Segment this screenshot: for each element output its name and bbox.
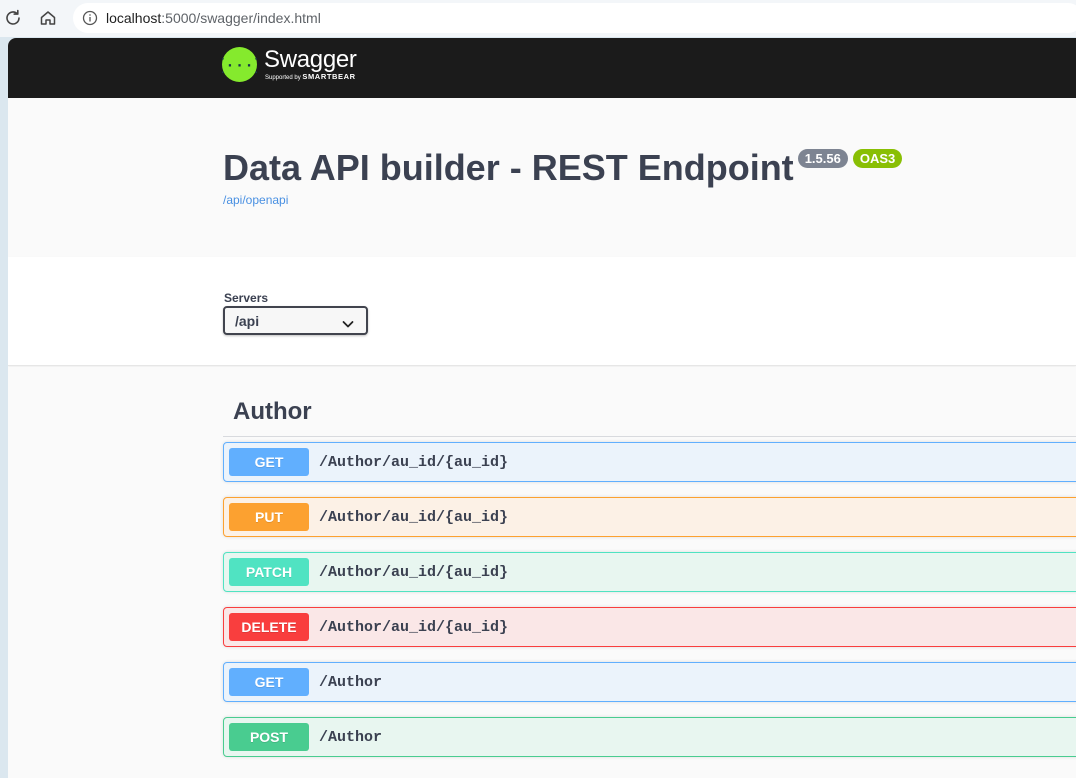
page-viewport: {···} Swagger Supported by SMARTBEAR Dat… — [8, 38, 1076, 778]
version-badge: 1.5.56 — [797, 149, 848, 168]
opblock-post-author[interactable]: POST /Author — [223, 717, 1076, 757]
endpoint-path: /Author — [319, 728, 383, 746]
url-path: :5000/swagger/index.html — [161, 10, 321, 26]
method-badge: DELETE — [229, 613, 309, 641]
opblock-get-author[interactable]: GET /Author — [223, 662, 1076, 702]
opblock-get-author-by-id[interactable]: GET /Author/au_id/{au_id} — [223, 442, 1076, 482]
address-bar[interactable]: localhost:5000/swagger/index.html — [73, 3, 1076, 33]
endpoint-path: /Author/au_id/{au_id} — [319, 453, 509, 471]
swagger-logo[interactable]: {···} Swagger Supported by SMARTBEAR — [222, 47, 357, 82]
url-host: localhost — [106, 10, 162, 26]
servers-section: Servers /api — [8, 257, 1076, 366]
site-info-icon[interactable] — [81, 9, 99, 27]
servers-select[interactable]: /api — [223, 306, 368, 335]
logo-sub-brand: SMARTBEAR — [302, 72, 356, 81]
reload-icon[interactable] — [1, 6, 25, 30]
logo-tagline: Supported by SMARTBEAR — [265, 73, 357, 82]
svg-text:{···}: {···} — [222, 57, 257, 75]
openapi-spec-link[interactable]: /api/openapi — [223, 193, 288, 207]
endpoint-path: /Author/au_id/{au_id} — [319, 618, 509, 636]
tag-name: Author — [233, 398, 312, 425]
method-badge: PATCH — [229, 558, 309, 586]
chevron-down-icon — [342, 316, 354, 334]
api-info: Data API builder - REST Endpoint 1.5.56 … — [8, 98, 1076, 257]
selected-server: /api — [235, 312, 260, 329]
oas-badge: OAS3 — [852, 149, 903, 168]
logo-sub-prefix: Supported by — [265, 75, 303, 81]
browser-toolbar: localhost:5000/swagger/index.html — [0, 0, 1076, 37]
swagger-topbar: {···} Swagger Supported by SMARTBEAR — [8, 38, 1076, 98]
method-badge: GET — [229, 668, 309, 696]
method-badge: PUT — [229, 503, 309, 531]
swagger-logo-icon: {···} — [222, 47, 257, 82]
logo-name: Swagger — [264, 46, 357, 73]
logo-text: Swagger Supported by SMARTBEAR — [264, 47, 357, 82]
endpoint-path: /Author — [319, 673, 383, 691]
title-row: Data API builder - REST Endpoint 1.5.56 … — [223, 146, 903, 190]
page-title: Data API builder - REST Endpoint — [223, 147, 794, 188]
servers-label: Servers — [224, 291, 269, 305]
operations-section: Author GET /Author/au_id/{au_id} PUT /Au… — [8, 367, 1076, 778]
url-text: localhost:5000/swagger/index.html — [106, 10, 321, 26]
opblock-put-author-by-id[interactable]: PUT /Author/au_id/{au_id} — [223, 497, 1076, 537]
opblock-delete-author-by-id[interactable]: DELETE /Author/au_id/{au_id} — [223, 607, 1076, 647]
home-icon[interactable] — [36, 6, 60, 30]
endpoint-path: /Author/au_id/{au_id} — [319, 563, 509, 581]
opblock-patch-author-by-id[interactable]: PATCH /Author/au_id/{au_id} — [223, 552, 1076, 592]
tag-header[interactable]: Author — [223, 387, 1076, 437]
method-badge: GET — [229, 448, 309, 476]
endpoint-path: /Author/au_id/{au_id} — [319, 508, 509, 526]
method-badge: POST — [229, 723, 309, 751]
